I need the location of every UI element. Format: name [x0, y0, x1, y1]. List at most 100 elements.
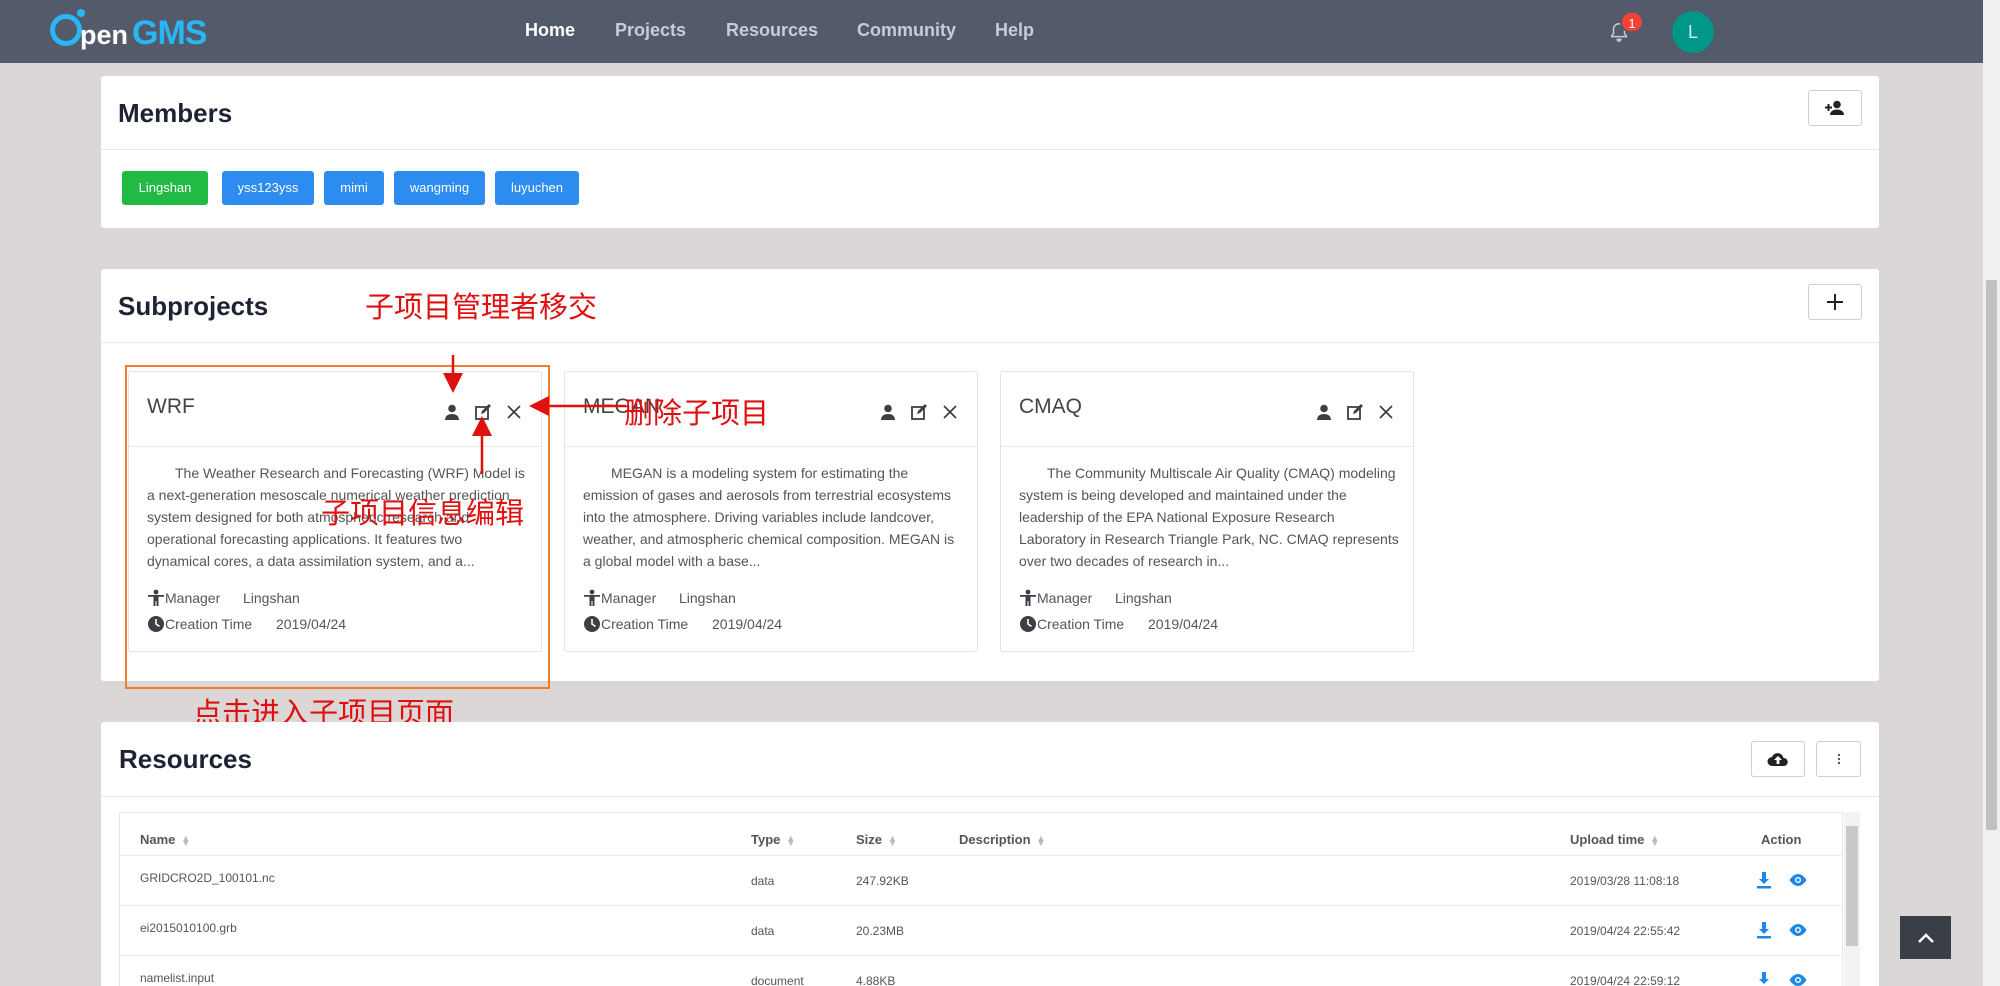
table-row[interactable]: namelist.input document 4.88KB 2019/04/2… — [120, 955, 1842, 986]
file-name[interactable]: namelist.input — [140, 971, 214, 985]
manager-label: Manager — [601, 590, 657, 606]
upload-resource-button[interactable] — [1751, 741, 1805, 777]
back-to-top-button[interactable] — [1900, 916, 1951, 959]
member-tag[interactable]: luyuchen — [495, 171, 579, 205]
manager-row: Manager Lingshan — [583, 589, 736, 607]
preview-eye-icon[interactable] — [1788, 923, 1808, 937]
add-subproject-button[interactable] — [1808, 284, 1862, 320]
members-title: Members — [118, 98, 233, 128]
subprojects-divider — [101, 342, 1879, 343]
chevron-up-icon — [1917, 932, 1934, 943]
subproject-description: The Community Multiscale Air Quality (CM… — [1019, 465, 1399, 569]
creation-label: Creation Time — [1037, 616, 1125, 632]
table-scrollbar[interactable] — [1844, 812, 1860, 986]
subproject-card-cmaq[interactable]: CMAQ The Community Multiscale Air Qualit… — [1000, 371, 1414, 652]
table-row[interactable]: ei2015010100.grb data 20.23MB 2019/04/24… — [120, 905, 1842, 955]
transfer-manager-icon[interactable] — [878, 402, 898, 422]
manager-figure-icon — [1020, 589, 1036, 606]
subproject-card-title[interactable]: CMAQ — [1019, 395, 1082, 419]
add-person-icon — [1825, 100, 1844, 115]
card-divider — [1001, 446, 1413, 447]
logo-text-pen: pen — [80, 20, 129, 50]
member-tag-manager[interactable]: Lingshan — [122, 171, 208, 205]
edit-subproject-icon[interactable] — [909, 402, 929, 422]
resources-panel: Resources Name ▲ ▼ Type ▲ ▼ Size ▲ ▼ Descripti… — [101, 722, 1879, 986]
member-tag[interactable]: mimi — [324, 171, 384, 205]
edit-subproject-icon[interactable] — [1345, 402, 1365, 422]
column-header-type[interactable]: Type ▲ ▼ — [751, 832, 795, 847]
page-scrollbar[interactable] — [1983, 0, 2000, 986]
preview-eye-icon[interactable] — [1788, 873, 1808, 887]
plus-icon — [1827, 294, 1843, 310]
member-tag[interactable]: yss123yss — [222, 171, 314, 205]
column-header-action: Action — [1761, 832, 1802, 847]
sort-icon[interactable]: ▲ ▼ — [1650, 833, 1659, 847]
preview-eye-icon[interactable] — [1788, 973, 1808, 986]
annotation-delete: 删除子项目 — [624, 398, 770, 430]
manager-name: Lingshan — [679, 590, 736, 606]
subproject-description: MEGAN is a modeling system for estimatin… — [583, 465, 955, 569]
clock-globe-icon — [1020, 616, 1036, 632]
file-name[interactable]: ei2015010100.grb — [140, 921, 237, 935]
creation-row: Creation Time 2019/04/24 — [1019, 615, 1218, 633]
members-panel: Members — [101, 76, 1879, 228]
column-header-name[interactable]: Name ▲ ▼ — [140, 832, 190, 847]
manager-label: Manager — [1037, 590, 1093, 606]
notification-count-badge: 1 — [1620, 11, 1644, 33]
user-avatar[interactable]: L — [1672, 11, 1714, 53]
card-divider — [565, 446, 977, 447]
file-type: data — [751, 874, 775, 888]
download-icon[interactable] — [1756, 922, 1772, 939]
sort-icon[interactable]: ▲ ▼ — [888, 833, 897, 847]
nav-projects[interactable]: Projects — [615, 20, 686, 41]
sort-icon[interactable]: ▲ ▼ — [1037, 833, 1046, 847]
table-row[interactable]: GRIDCRO2D_100101.nc data 247.92KB 2019/0… — [120, 855, 1842, 905]
add-member-button[interactable] — [1808, 90, 1862, 126]
subprojects-title: Subprojects — [118, 291, 269, 321]
file-upload-time: 2019/04/24 22:55:42 — [1570, 924, 1681, 938]
file-size: 4.88KB — [856, 974, 896, 986]
nav-community[interactable]: Community — [857, 20, 956, 41]
sort-icon[interactable]: ▲ ▼ — [181, 833, 190, 847]
creation-row: Creation Time 2019/04/24 — [583, 615, 782, 633]
column-header-description[interactable]: Description ▲ ▼ — [959, 832, 1045, 847]
transfer-manager-icon[interactable] — [1314, 402, 1334, 422]
column-header-upload-time[interactable]: Upload time ▲ ▼ — [1570, 832, 1659, 847]
resources-title: Resources — [119, 744, 252, 774]
nav-home[interactable]: Home — [525, 20, 575, 41]
resources-divider — [101, 796, 1879, 797]
page-scrollbar-thumb[interactable] — [1986, 280, 1997, 830]
top-navbar: pen GMS Home Projects Resources Communit… — [0, 0, 2000, 63]
nav-help[interactable]: Help — [995, 20, 1034, 41]
clock-globe-icon — [584, 616, 600, 632]
file-upload-time: 2019/04/24 22:59:12 — [1570, 974, 1681, 986]
manager-figure-icon — [584, 589, 600, 606]
more-options-button[interactable] — [1816, 741, 1861, 777]
file-upload-time: 2019/03/28 11:08:18 — [1570, 874, 1680, 888]
annotation-transfer: 子项目管理者移交 — [365, 292, 598, 324]
column-header-size[interactable]: Size ▲ ▼ — [856, 832, 897, 847]
delete-subproject-icon[interactable] — [1376, 402, 1396, 422]
manager-row: Manager Lingshan — [1019, 589, 1172, 607]
sort-icon[interactable]: ▲ ▼ — [786, 833, 795, 847]
creation-label: Creation Time — [601, 616, 689, 632]
members-divider — [101, 149, 1879, 150]
manager-name: Lingshan — [1115, 590, 1172, 606]
download-icon[interactable] — [1756, 872, 1772, 889]
cloud-upload-icon — [1767, 753, 1788, 766]
table-scrollbar-thumb[interactable] — [1846, 826, 1858, 946]
member-tag[interactable]: wangming — [394, 171, 485, 205]
file-size: 247.92KB — [856, 874, 909, 888]
creation-date: 2019/04/24 — [712, 616, 783, 632]
resources-table: Name ▲ ▼ Type ▲ ▼ Size ▲ ▼ Description ▲ ▼ Uploa… — [119, 812, 1843, 986]
nav-resources[interactable]: Resources — [726, 20, 818, 41]
creation-date: 2019/04/24 — [1148, 616, 1219, 632]
file-name[interactable]: GRIDCRO2D_100101.nc — [140, 871, 275, 885]
delete-subproject-icon[interactable] — [940, 402, 960, 422]
annotation-edit: 子项目信息编辑 — [321, 498, 525, 530]
download-icon[interactable] — [1756, 972, 1772, 986]
file-size: 20.23MB — [856, 924, 905, 938]
file-type: document — [751, 974, 804, 986]
logo-text-gms: GMS — [132, 14, 207, 52]
kebab-menu-icon — [1837, 753, 1840, 765]
